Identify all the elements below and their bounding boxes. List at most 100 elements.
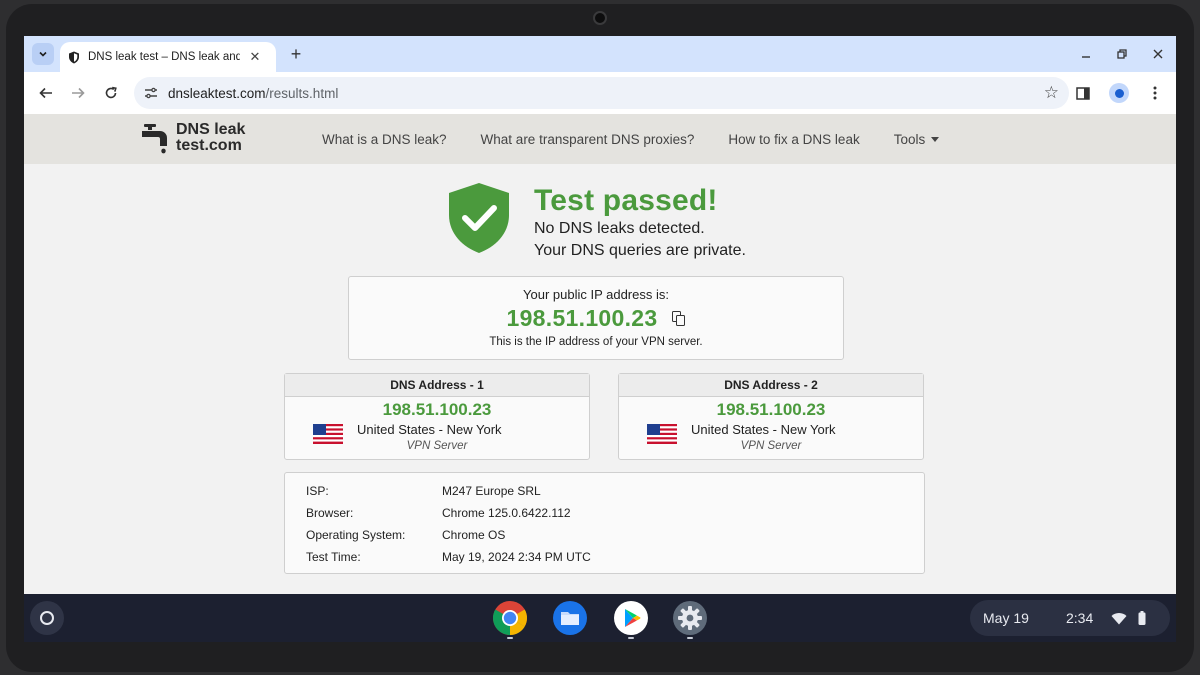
new-tab-button[interactable]: + xyxy=(286,44,306,64)
web-page: DNS leak test.com What is a DNS leak? Wh… xyxy=(24,114,1176,594)
tab-strip: DNS leak test – DNS leak and IP address … xyxy=(24,36,1176,72)
info-row-browser: Browser: Chrome 125.0.6422.112 xyxy=(306,506,906,522)
dns-server-type: VPN Server xyxy=(406,440,468,452)
side-panel-icon xyxy=(1076,86,1090,100)
info-row-test-time: Test Time: May 19, 2024 2:34 PM UTC xyxy=(306,550,906,566)
bookmark-star-icon[interactable]: ☆ xyxy=(1044,83,1059,103)
screen: DNS leak test – DNS leak and IP address … xyxy=(24,36,1176,642)
result-text: Test passed! No DNS leaks detected. Your… xyxy=(534,184,854,262)
battery-icon xyxy=(1138,611,1146,625)
back-button[interactable] xyxy=(34,81,58,105)
status-tray[interactable]: May 19 2:34 xyxy=(970,600,1170,636)
copy-icon[interactable] xyxy=(671,311,686,326)
profile-avatar-icon xyxy=(1109,83,1129,103)
chevron-down-icon xyxy=(39,51,47,57)
info-value: Chrome OS xyxy=(442,528,506,542)
info-value: M247 Europe SRL xyxy=(442,484,541,498)
minimize-icon xyxy=(1082,56,1090,58)
reload-icon xyxy=(105,86,117,99)
os-shelf: May 19 2:34 xyxy=(24,594,1176,642)
site-navbar: DNS leak test.com What is a DNS leak? Wh… xyxy=(24,114,1176,164)
restore-button[interactable] xyxy=(1104,36,1140,72)
close-icon xyxy=(1153,49,1163,59)
dns-card-heading: DNS Address - 1 xyxy=(285,374,589,397)
site-logo[interactable]: DNS leak test.com xyxy=(138,122,245,154)
app-running-indicator xyxy=(687,637,693,639)
window-controls xyxy=(1068,36,1176,72)
result-line1: No DNS leaks detected. xyxy=(534,220,705,237)
forward-button[interactable] xyxy=(66,81,90,105)
caret-down-icon xyxy=(931,137,940,143)
info-key: Browser: xyxy=(306,506,354,520)
result-line2: Your DNS queries are private. xyxy=(534,242,746,259)
tray-time: 2:34 xyxy=(1066,610,1094,626)
app-running-indicator xyxy=(507,637,513,639)
info-value: May 19, 2024 2:34 PM UTC xyxy=(442,550,591,564)
connection-info-card: ISP: M247 Europe SRL Browser: Chrome 125… xyxy=(284,472,925,574)
info-row-isp: ISP: M247 Europe SRL xyxy=(306,484,906,500)
dns-ip: 198.51.100.23 xyxy=(716,400,826,419)
webcam xyxy=(593,11,607,25)
side-panel-button[interactable] xyxy=(1068,78,1098,108)
public-ip-label: Your public IP address is: xyxy=(523,287,669,302)
shield-check-icon xyxy=(449,183,509,253)
url-host: dnsleaktest.com xyxy=(168,85,266,101)
url-text: dnsleaktest.com/results.html xyxy=(168,86,338,101)
more-vertical-icon xyxy=(1153,86,1157,100)
info-key: Test Time: xyxy=(306,550,361,564)
arrow-left-icon xyxy=(39,87,52,99)
public-ip-value: 198.51.100.23 xyxy=(506,305,658,331)
browser-toolbar: dnsleaktest.com/results.html ☆ xyxy=(24,72,1176,114)
nav-links: What is a DNS leak? What are transparent… xyxy=(322,114,973,164)
faucet-logo-icon xyxy=(142,124,167,154)
active-tab[interactable]: DNS leak test – DNS leak and IP address … xyxy=(60,42,276,72)
nav-link-what-is-dns-leak[interactable]: What is a DNS leak? xyxy=(322,132,447,147)
chrome-icon[interactable] xyxy=(492,600,528,636)
info-row-os: Operating System: Chrome OS xyxy=(306,528,906,544)
restore-icon xyxy=(1117,49,1127,59)
dns-address-card-2: DNS Address - 2 198.51.100.23 United Sta… xyxy=(618,373,924,460)
tab-search-button[interactable] xyxy=(32,43,54,65)
info-value: Chrome 125.0.6422.112 xyxy=(442,506,571,520)
close-window-button[interactable] xyxy=(1140,36,1176,72)
shield-favicon-icon xyxy=(69,51,79,63)
dns-server-type: VPN Server xyxy=(740,440,802,452)
launcher-circle-icon xyxy=(40,611,54,625)
arrow-right-icon xyxy=(72,87,85,99)
public-ip-note: This is the IP address of your VPN serve… xyxy=(489,336,703,348)
menu-button[interactable] xyxy=(1140,78,1170,108)
tab-close-icon[interactable]: ✕ xyxy=(248,49,262,65)
result-status: Test passed! xyxy=(534,184,718,217)
nav-link-transparent-dns-proxies[interactable]: What are transparent DNS proxies? xyxy=(481,132,695,147)
wifi-icon xyxy=(1111,613,1127,625)
tab-title: DNS leak test – DNS leak and IP address … xyxy=(88,51,240,63)
public-ip-row: 198.51.100.23 xyxy=(507,305,686,332)
dns-location: United States - New York xyxy=(357,422,502,437)
minimize-button[interactable] xyxy=(1068,36,1104,72)
toolbar-right xyxy=(1068,78,1170,108)
profile-button[interactable] xyxy=(1104,78,1134,108)
logo-line2: test.com xyxy=(176,137,242,154)
address-bar[interactable]: dnsleaktest.com/results.html ☆ xyxy=(134,77,1069,109)
settings-icon[interactable] xyxy=(672,600,708,636)
site-info-icon[interactable] xyxy=(134,87,168,99)
logo-line1: DNS leak xyxy=(176,121,246,138)
files-icon[interactable] xyxy=(552,600,588,636)
dns-ip: 198.51.100.23 xyxy=(382,400,492,419)
nav-tools-dropdown[interactable]: Tools xyxy=(894,132,940,147)
dns-location: United States - New York xyxy=(691,422,836,437)
reload-button[interactable] xyxy=(99,81,123,105)
nav-link-how-to-fix[interactable]: How to fix a DNS leak xyxy=(728,132,859,147)
dns-card-heading: DNS Address - 2 xyxy=(619,374,923,397)
info-key: ISP: xyxy=(306,484,329,498)
logo-text: DNS leak test.com xyxy=(176,122,245,154)
info-key: Operating System: xyxy=(306,528,406,542)
app-running-indicator xyxy=(628,637,634,639)
launcher-button[interactable] xyxy=(30,601,64,635)
play-store-icon[interactable] xyxy=(613,600,649,636)
url-path: /results.html xyxy=(265,85,339,101)
nav-tools-label: Tools xyxy=(893,131,926,147)
public-ip-card: Your public IP address is: 198.51.100.23… xyxy=(348,276,844,360)
dns-address-card-1: DNS Address - 1 198.51.100.23 United Sta… xyxy=(284,373,590,460)
tray-date: May 19 xyxy=(983,610,1029,626)
